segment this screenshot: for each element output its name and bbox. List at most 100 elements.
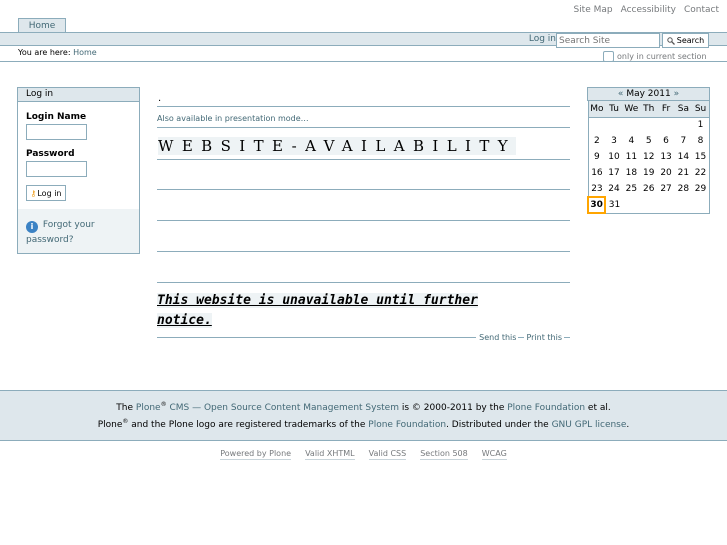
info-icon: i: [26, 221, 38, 233]
calendar-day: 16: [591, 168, 603, 178]
calendar-day: 7: [680, 136, 687, 146]
portal-footer: The Plone® CMS — Open Source Content Man…: [0, 390, 727, 441]
calendar-prev-month[interactable]: «: [618, 89, 624, 99]
print-this-link[interactable]: Print this: [526, 333, 562, 342]
calendar-day: 1: [697, 120, 704, 131]
calendar-day: 11: [625, 152, 638, 162]
search-input[interactable]: [556, 33, 660, 48]
weekday: We: [622, 101, 641, 118]
calendar-day: 29: [694, 184, 707, 194]
plone-foundation-link[interactable]: Plone Foundation: [507, 403, 585, 413]
plone-cms-link[interactable]: CMS — Open Source Content Management Sys…: [169, 403, 399, 413]
document-description: .: [158, 93, 162, 104]
document-actions-end: [564, 337, 570, 338]
calendar-day: 20: [660, 168, 672, 178]
content-divider-2: [157, 127, 570, 128]
breadcrumb-prefix: You are here:: [18, 48, 71, 57]
footer-text: is © 2000-2011 by the: [401, 403, 505, 413]
personal-bar: Log in Search: [0, 32, 727, 48]
wcag-link[interactable]: WCAG: [481, 449, 507, 460]
plone-foundation-link-2[interactable]: Plone Foundation: [368, 420, 446, 430]
content-divider-3: [157, 159, 570, 160]
calendar-day: 6: [663, 136, 669, 146]
valid-xhtml-link[interactable]: Valid XHTML: [305, 449, 355, 460]
site-map-link[interactable]: Site Map: [573, 5, 612, 15]
footer-text: The: [116, 403, 134, 413]
site-actions: Site Map Accessibility Contact: [573, 5, 719, 15]
section-508-link[interactable]: Section 508: [420, 449, 468, 460]
forgot-line2: password?: [26, 235, 74, 245]
plone-link[interactable]: Plone: [136, 403, 161, 413]
calendar-portlet: « May 2011 » Mo Tu We Th Fr Sa Su 123456…: [586, 87, 710, 214]
weekday: Th: [640, 101, 658, 118]
calendar-day: 17: [608, 168, 620, 178]
calendar-day: 18: [625, 168, 638, 178]
search-icon: [667, 36, 675, 45]
calendar-day: 19: [642, 168, 655, 178]
content-divider-4: [157, 189, 570, 190]
calendar-day: 31: [608, 199, 621, 210]
send-this-link[interactable]: Send this: [479, 333, 516, 342]
calendar-day: 23: [591, 183, 603, 194]
forgot-password-link[interactable]: i Forgot your password?: [18, 209, 139, 253]
calendar-day: 3: [611, 136, 617, 146]
calendar-day: 26: [642, 184, 655, 194]
calendar-week: 9 10 11 12 13 14 15: [588, 149, 710, 165]
search-button[interactable]: Search: [662, 33, 709, 48]
weekday: Sa: [674, 101, 693, 118]
weekday: Fr: [657, 101, 675, 118]
footer-text: .: [626, 420, 630, 430]
presentation-mode-link[interactable]: Also available in presentation mode…: [157, 114, 309, 123]
weekday: Mo: [588, 101, 606, 118]
calendar-empty-cell: [657, 197, 674, 213]
registered-mark: ®: [160, 401, 167, 408]
powered-by-plone-link[interactable]: Powered by Plone: [220, 449, 292, 460]
calendar-day: 28: [677, 184, 690, 194]
password-input[interactable]: [26, 161, 87, 177]
calendar-empty-cell: [657, 117, 674, 133]
calendar-week: 16 17 18 19 20 21 22: [588, 165, 710, 181]
breadcrumb-home[interactable]: Home: [73, 48, 97, 57]
calendar-day: 25: [625, 184, 638, 194]
login-button[interactable]: ⚷ Log in: [26, 185, 66, 201]
weekday: Su: [692, 101, 710, 118]
notice-line2: notice.: [157, 313, 212, 328]
footer-text: and the Plone logo are registered tradem…: [131, 420, 366, 430]
calendar-empty-cell: [675, 117, 692, 133]
content-divider-1: [157, 106, 570, 107]
calendar-weekdays: Mo Tu We Th Fr Sa Su: [588, 101, 710, 118]
breadcrumb-divider: [0, 61, 727, 62]
footer-text: Plone: [97, 420, 123, 430]
portal-tabs: Home: [18, 18, 66, 33]
content-divider-5: [157, 220, 570, 221]
calendar-day: 30: [586, 196, 607, 214]
tab-home[interactable]: Home: [18, 18, 66, 33]
calendar-day: 24: [608, 184, 620, 194]
contact-link[interactable]: Contact: [684, 5, 719, 15]
accessibility-link[interactable]: Accessibility: [621, 5, 676, 15]
login-name-label: Login Name: [26, 112, 87, 122]
calendar-day: 12: [642, 152, 655, 162]
login-link[interactable]: Log in: [529, 34, 556, 44]
login-button-label: Log in: [37, 188, 62, 198]
unavailable-notice: This website is unavailable until furthe…: [157, 291, 547, 331]
calendar-day: 13: [660, 152, 672, 162]
calendar-day: 15: [694, 152, 707, 162]
login-name-input[interactable]: [26, 124, 87, 140]
registered-mark: ®: [122, 418, 129, 425]
gnu-gpl-link[interactable]: GNU GPL license: [552, 420, 627, 430]
calendar-day: 22: [694, 168, 707, 178]
breadcrumb: You are here: Home: [18, 48, 97, 57]
calendar-next-month[interactable]: »: [674, 89, 680, 99]
calendar-header: « May 2011 »: [587, 87, 710, 101]
calendar-empty-cell: [588, 117, 605, 133]
valid-css-link[interactable]: Valid CSS: [368, 449, 407, 460]
footer-line-1: The Plone® CMS — Open Source Content Man…: [0, 401, 727, 413]
calendar-table: Mo Tu We Th Fr Sa Su 1 2 3 4 5 6 7 8 9 10 11 12 13 14…: [586, 101, 710, 214]
calendar-empty-cell: [640, 197, 657, 213]
calendar-days: 1 2 3 4 5 6 7 8 9 10 11 12 13 14 15 16 17 18 19 20 21 22 23 24 2…: [586, 117, 710, 214]
calendar-empty-cell: [605, 117, 622, 133]
calendar-day: 8: [697, 136, 704, 146]
calendar-empty-cell: [623, 197, 640, 213]
calendar-empty-cell: [692, 197, 709, 213]
